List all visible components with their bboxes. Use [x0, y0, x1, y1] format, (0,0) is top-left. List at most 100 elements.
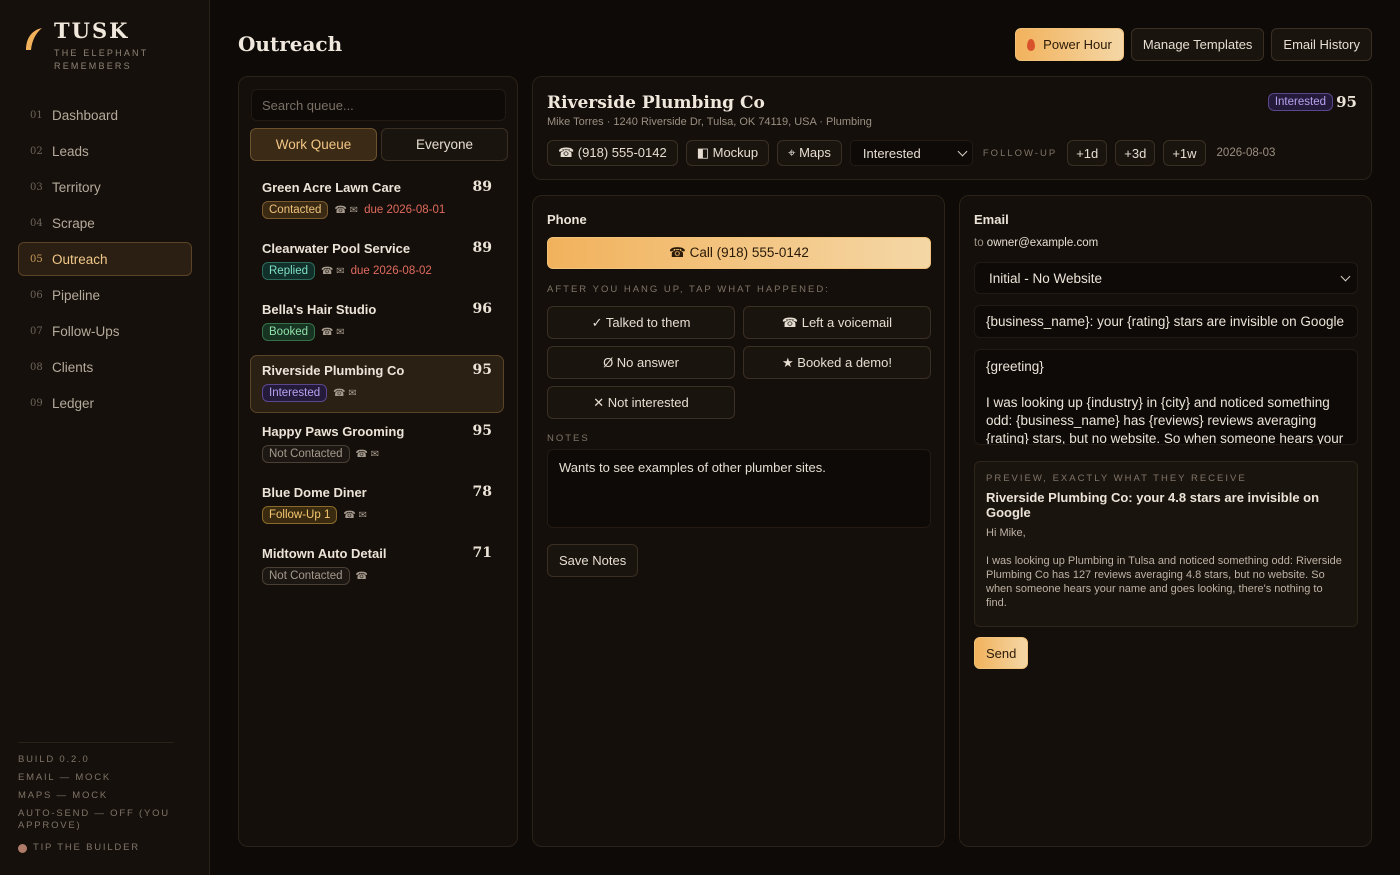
sidebar-item-number: 04: [30, 217, 43, 229]
sidebar-item-label: Territory: [52, 179, 101, 195]
search-input[interactable]: [251, 89, 506, 121]
queue-item[interactable]: Green Acre Lawn Care 89 Contacted ☎ ✉ due 20…: [250, 172, 504, 230]
contact-channels-icon: ☎ ✉: [343, 509, 367, 521]
notes-textarea[interactable]: Wants to see examples of other plumber s…: [547, 449, 931, 528]
sidebar-item-label: Pipeline: [52, 287, 101, 303]
sidebar-footer: BUILD 0.2.0 EMAIL — MOCK MAPS — MOCK AUT…: [18, 742, 174, 860]
queue-item[interactable]: Midtown Auto Detail 71 Not Contacted ☎: [250, 538, 504, 596]
status-select[interactable]: Interested: [849, 140, 973, 166]
build-version: BUILD 0.2.0: [18, 754, 90, 765]
tip-the-builder-link[interactable]: TIP THE BUILDER: [18, 842, 174, 854]
status-badge: Not Contacted: [262, 445, 350, 463]
contact-channels-icon: ☎ ✉: [355, 448, 380, 460]
queue-item[interactable]: Blue Dome Diner 78 Follow-Up 1 ☎ ✉: [250, 477, 504, 535]
due-date: due 2026-08-01: [364, 204, 446, 216]
autosend-mode: AUTO-SEND — OFF (YOU APPROVE): [18, 808, 170, 831]
send-button[interactable]: Send: [974, 637, 1029, 669]
booked-demo-button[interactable]: ★ Booked a demo!: [743, 346, 931, 379]
template-select[interactable]: Initial - No Website: [974, 262, 1358, 294]
sidebar-item-follow-ups[interactable]: 07 Follow-Ups: [18, 314, 192, 348]
sidebar-item-label: Scrape: [52, 215, 95, 231]
after-call-label: AFTER YOU HANG UP, TAP WHAT HAPPENED:: [547, 284, 830, 295]
save-notes-button[interactable]: Save Notes: [547, 544, 639, 577]
phone-title: Phone: [547, 212, 587, 227]
contact-channels-icon: ☎: [355, 570, 368, 582]
status-badge: Contacted: [262, 201, 329, 219]
call-button[interactable]: ☎ Call (918) 555-0142: [547, 237, 931, 269]
sidebar-item-ledger[interactable]: 09 Ledger: [18, 386, 192, 420]
queue-item-score: 78: [472, 484, 492, 500]
email-preview: PREVIEW, EXACTLY WHAT THEY RECEIVE River…: [974, 461, 1358, 627]
sidebar-item-number: 05: [30, 253, 43, 265]
queue-panel: Work Queue Everyone Green Acre Lawn Care…: [238, 76, 518, 847]
contact-channels-icon: ☎ ✉: [321, 326, 345, 338]
email-title: Email: [974, 212, 1009, 227]
queue-item-score: 71: [472, 545, 492, 561]
talked-button[interactable]: ✓ Talked to them: [547, 306, 735, 339]
phone-button[interactable]: ☎ (918) 555-0142: [547, 140, 678, 166]
tab-everyone[interactable]: Everyone: [381, 128, 508, 161]
queue-item[interactable]: Riverside Plumbing Co 95 Interested ☎ ✉: [250, 355, 504, 413]
power-hour-label: Power Hour: [1043, 37, 1112, 52]
brand-subtitle: THE ELEPHANT REMEMBERS: [54, 48, 149, 71]
followup-3d-button[interactable]: +3d: [1115, 140, 1156, 166]
sidebar-item-label: Clients: [52, 359, 94, 375]
queue-item-score: 89: [472, 179, 492, 195]
lead-header-panel: Riverside Plumbing Co Mike Torres · 1240…: [532, 76, 1372, 180]
followup-label: FOLLOW-UP: [982, 147, 1058, 159]
queue-item-meta: Booked ☎ ✉: [262, 323, 345, 341]
sidebar-item-scrape[interactable]: 04 Scrape: [18, 206, 192, 240]
tab-work-queue[interactable]: Work Queue: [250, 128, 377, 161]
queue-item-score: 89: [472, 240, 492, 256]
queue-item-name: Blue Dome Diner: [262, 485, 367, 500]
queue-item-name: Riverside Plumbing Co: [262, 363, 405, 378]
queue-item-name: Bella's Hair Studio: [262, 302, 377, 317]
power-hour-button[interactable]: Power Hour: [1015, 28, 1124, 61]
queue-item-name: Clearwater Pool Service: [262, 241, 411, 256]
maps-button[interactable]: ⌖ Maps: [777, 140, 842, 166]
status-badge: Replied: [262, 262, 315, 280]
queue-item[interactable]: Clearwater Pool Service 89 Replied ☎ ✉ due 2…: [250, 233, 504, 291]
sidebar-item-label: Outreach: [52, 251, 108, 267]
sidebar-item-number: 07: [30, 325, 43, 337]
followup-1w-button[interactable]: +1w: [1163, 140, 1206, 166]
queue-list: Green Acre Lawn Care 89 Contacted ☎ ✉ due 20…: [250, 172, 504, 599]
manage-templates-button[interactable]: Manage Templates: [1130, 28, 1265, 61]
sidebar-item-number: 08: [30, 361, 43, 373]
body-textarea[interactable]: {greeting} I was looking up {industry} i…: [974, 349, 1358, 445]
sidebar-item-clients[interactable]: 08 Clients: [18, 350, 192, 384]
email-mode: EMAIL — MOCK: [18, 772, 112, 783]
email-to-prefix: to: [974, 237, 984, 249]
queue-item-name: Midtown Auto Detail: [262, 546, 387, 561]
queue-item[interactable]: Happy Paws Grooming 95 Not Contacted ☎ ✉: [250, 416, 504, 474]
sidebar-item-leads[interactable]: 02 Leads: [18, 134, 192, 168]
contact-channels-icon: ☎ ✉: [333, 387, 357, 399]
followup-1d-button[interactable]: +1d: [1067, 140, 1108, 166]
sidebar-item-outreach[interactable]: 05 Outreach: [18, 242, 192, 276]
email-panel: Email to owner@example.com Initial - No …: [959, 195, 1372, 847]
sidebar: TUSK THE ELEPHANT REMEMBERS 01 Dashboard 0…: [0, 0, 210, 875]
email-history-button[interactable]: Email History: [1271, 28, 1372, 61]
sidebar-item-dashboard[interactable]: 01 Dashboard: [18, 98, 192, 132]
sidebar-item-territory[interactable]: 03 Territory: [18, 170, 192, 204]
queue-item-meta: Interested ☎ ✉: [262, 384, 357, 402]
sidebar-item-number: 09: [30, 397, 43, 409]
notes-label: NOTES: [547, 433, 590, 444]
queue-item-name: Happy Paws Grooming: [262, 424, 405, 439]
sidebar-item-pipeline[interactable]: 06 Pipeline: [18, 278, 192, 312]
mockup-button[interactable]: ◧ Mockup: [685, 140, 770, 166]
queue-item-name: Green Acre Lawn Care: [262, 180, 401, 195]
contact-channels-icon: ☎ ✉: [334, 204, 359, 216]
status-badge: Interested: [262, 384, 328, 402]
sidebar-item-label: Ledger: [52, 395, 95, 411]
not-interested-button[interactable]: ✕ Not interested: [547, 386, 735, 419]
email-recipient: to owner@example.com: [974, 237, 1098, 249]
brand[interactable]: TUSK THE ELEPHANT REMEMBERS: [22, 18, 164, 73]
no-answer-button[interactable]: Ø No answer: [547, 346, 735, 379]
queue-item[interactable]: Bella's Hair Studio 96 Booked ☎ ✉: [250, 294, 504, 352]
template-select-value: Initial - No Website: [989, 270, 1103, 286]
queue-item-score: 95: [472, 423, 492, 439]
subject-input[interactable]: {business_name}: your {rating} stars are…: [974, 305, 1358, 338]
page-title: Outreach: [238, 32, 343, 56]
voicemail-button[interactable]: ☎ Left a voicemail: [743, 306, 931, 339]
